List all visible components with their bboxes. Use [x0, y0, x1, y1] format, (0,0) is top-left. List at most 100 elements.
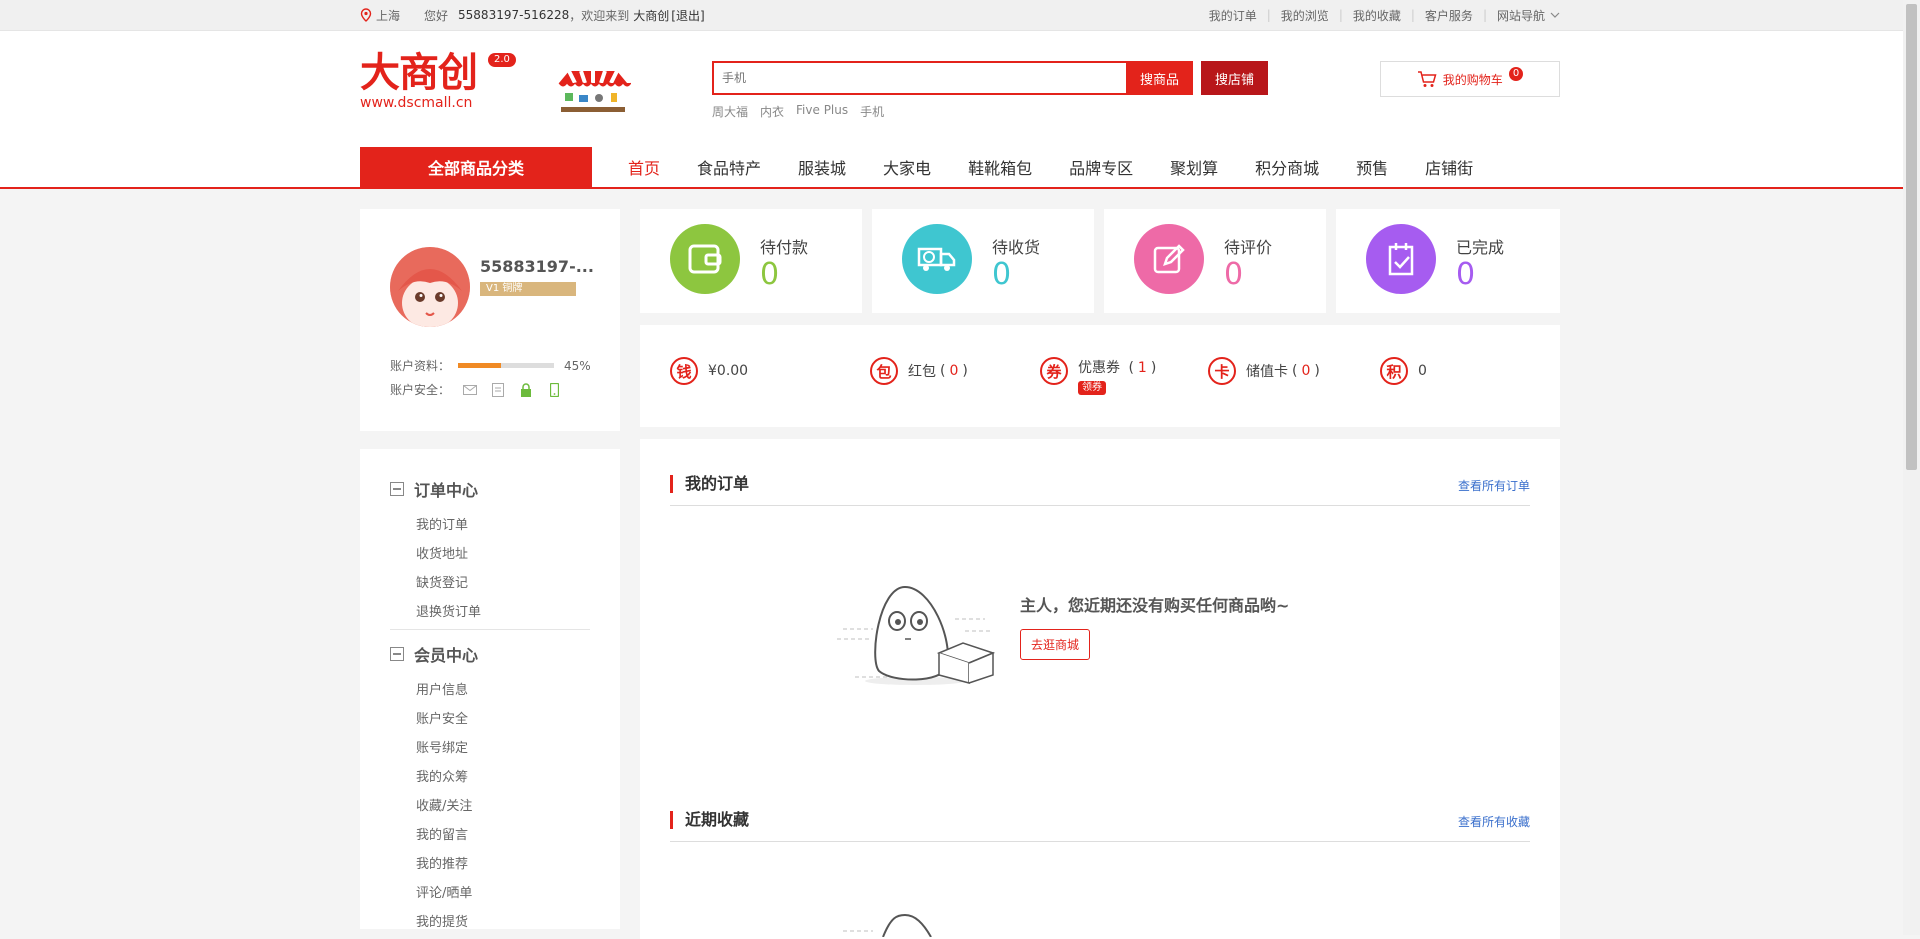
nav-item-clothing[interactable]: 服装城: [798, 155, 846, 179]
cart-button[interactable]: 我的购物车 0: [1380, 61, 1560, 97]
top-link-my-history[interactable]: 我的浏览: [1281, 7, 1329, 24]
profile-percent: 45%: [564, 358, 591, 373]
paren: ): [1150, 360, 1157, 376]
nav-item-presale[interactable]: 预售: [1356, 155, 1388, 179]
stat-completed[interactable]: 已完成 0: [1336, 209, 1560, 313]
clipboard-check-icon: [1388, 243, 1414, 276]
assets-panel: 钱 ¥0.00 包 红包 (0) 券 优惠券 (1) 领券 卡 储值卡 (0) …: [640, 325, 1560, 427]
menu-item-address[interactable]: 收货地址: [416, 540, 620, 569]
menu-item-account-security[interactable]: 账户安全: [416, 705, 620, 734]
storefront-icon[interactable]: [555, 69, 631, 115]
menu-item-my-orders[interactable]: 我的订单: [416, 511, 620, 540]
stat-circle: [1134, 224, 1204, 294]
lock-icon[interactable]: [518, 382, 534, 397]
menu-group-title[interactable]: 会员中心: [390, 642, 620, 666]
stat-label: 待评价: [1224, 238, 1273, 257]
points-icon: 积: [1380, 357, 1408, 385]
menu-group-title[interactable]: 订单中心: [390, 477, 620, 501]
top-link-my-favorites[interactable]: 我的收藏: [1353, 7, 1401, 24]
get-coupon-button[interactable]: 领券: [1078, 381, 1106, 395]
asset-balance[interactable]: 钱 ¥0.00: [670, 357, 748, 385]
email-icon[interactable]: [462, 383, 478, 397]
avatar[interactable]: [390, 247, 470, 327]
menu-item-reviews[interactable]: 评论/晒单: [416, 879, 620, 908]
hot-keyword[interactable]: Five Plus: [796, 103, 848, 120]
menu-item-pickup[interactable]: 我的提货: [416, 908, 620, 937]
menu-item-returns[interactable]: 退换货订单: [416, 598, 620, 627]
stat-label: 待付款: [760, 238, 809, 257]
top-link-my-orders[interactable]: 我的订单: [1209, 7, 1257, 24]
site-name-link[interactable]: 大商创: [633, 7, 669, 24]
asset-stored-card[interactable]: 卡 储值卡 (0): [1208, 357, 1320, 385]
asset-label: 优惠券: [1078, 360, 1120, 376]
stat-circle: [1366, 224, 1436, 294]
menu-item-account-binding[interactable]: 账号绑定: [416, 734, 620, 763]
hot-keyword[interactable]: 周大福: [712, 103, 748, 120]
stat-circle: [670, 224, 740, 294]
shopping-cart-icon: [1417, 71, 1437, 87]
nav-item-appliances[interactable]: 大家电: [883, 155, 931, 179]
cart-label: 我的购物车: [1442, 72, 1503, 87]
cart-count-badge: 0: [1508, 67, 1524, 81]
go-shopping-button[interactable]: 去逛商城: [1020, 629, 1091, 660]
empty-orders-illustration: [837, 585, 996, 685]
top-link-site-nav[interactable]: 网站导航: [1497, 7, 1545, 24]
asset-red-packet[interactable]: 包 红包 (0): [870, 357, 968, 385]
user-id-link[interactable]: 55883197-516228: [458, 8, 569, 22]
stat-pending-payment[interactable]: 待付款 0: [640, 209, 862, 313]
menu-item-stockout[interactable]: 缺货登记: [416, 569, 620, 598]
nav-item-brands[interactable]: 品牌专区: [1069, 155, 1133, 179]
hot-keyword[interactable]: 内衣: [760, 103, 784, 120]
nav-item-shoes-bags[interactable]: 鞋靴箱包: [968, 155, 1032, 179]
top-link-customer-service[interactable]: 客户服务: [1425, 7, 1473, 24]
menu-item-favorites[interactable]: 收藏/关注: [416, 792, 620, 821]
orders-panel: 我的订单 查看所有订单 主人，您近期还没有购买任何商品哟~ 去逛商城 近期收藏 …: [640, 439, 1560, 939]
stat-value: 0: [1456, 257, 1476, 292]
asset-coupons[interactable]: 券 优惠券 (1) 领券: [1040, 357, 1156, 395]
nav-item-points-mall[interactable]: 积分商城: [1255, 155, 1319, 179]
stat-circle: [902, 224, 972, 294]
balance-value: ¥0.00: [708, 363, 749, 379]
nav-item-shop-street[interactable]: 店铺街: [1425, 155, 1473, 179]
stat-pending-review[interactable]: 待评价 0: [1104, 209, 1326, 313]
site-header: 大商创 2.0 www.dscmall.cn 搜商品 搜店铺 周大福 内衣 Fi…: [0, 31, 1920, 189]
asset-points[interactable]: 积 0: [1380, 357, 1427, 385]
logout-link[interactable]: [退出]: [671, 7, 704, 24]
menu-item-user-info[interactable]: 用户信息: [416, 676, 620, 705]
menu-group-label: 会员中心: [414, 646, 479, 665]
nav-item-group-buy[interactable]: 聚划算: [1170, 155, 1218, 179]
wallet-icon: [688, 244, 722, 274]
menu-item-referrals[interactable]: 我的推荐: [416, 850, 620, 879]
view-all-orders-link[interactable]: 查看所有订单: [1458, 477, 1530, 494]
paren: (: [940, 363, 946, 379]
stat-pending-receipt[interactable]: 待收货 0: [872, 209, 1094, 313]
id-card-icon[interactable]: [490, 382, 506, 397]
menu-item-messages[interactable]: 我的留言: [416, 821, 620, 850]
stat-value: 0: [760, 257, 780, 292]
nav-item-food[interactable]: 食品特产: [697, 155, 761, 179]
nav-item-home[interactable]: 首页: [628, 155, 660, 179]
profile-completeness: 账户资料： 45%: [390, 357, 591, 374]
menu-group-orders: 订单中心 我的订单 收货地址 缺货登记 退换货订单: [360, 449, 620, 627]
location-selector[interactable]: 上海: [360, 7, 400, 24]
chevron-down-icon[interactable]: [1550, 12, 1560, 18]
search-area: 搜商品 搜店铺 周大福 内衣 Five Plus 手机: [712, 61, 1269, 120]
search-goods-button[interactable]: 搜商品: [1126, 61, 1194, 95]
menu-item-crowdfunding[interactable]: 我的众筹: [416, 763, 620, 792]
divider: |: [1482, 8, 1487, 22]
search-input[interactable]: [712, 61, 1126, 95]
collapse-icon[interactable]: [390, 482, 404, 496]
scrollbar-thumb[interactable]: [1906, 4, 1917, 470]
all-categories-button[interactable]: 全部商品分类: [360, 147, 592, 187]
paren: ): [1314, 363, 1320, 379]
hot-keyword[interactable]: 手机: [860, 103, 884, 120]
search-shop-button[interactable]: 搜店铺: [1201, 61, 1269, 95]
empty-favorites-illustration: [843, 913, 932, 937]
view-all-favorites-link[interactable]: 查看所有收藏: [1458, 813, 1530, 830]
paren: ): [962, 363, 968, 379]
logo-text: 大商创: [360, 49, 478, 96]
collapse-icon[interactable]: [390, 647, 404, 661]
mobile-phone-icon[interactable]: [546, 382, 562, 397]
scrollbar[interactable]: [1903, 0, 1920, 935]
site-logo[interactable]: 大商创 2.0 www.dscmall.cn: [360, 49, 516, 111]
